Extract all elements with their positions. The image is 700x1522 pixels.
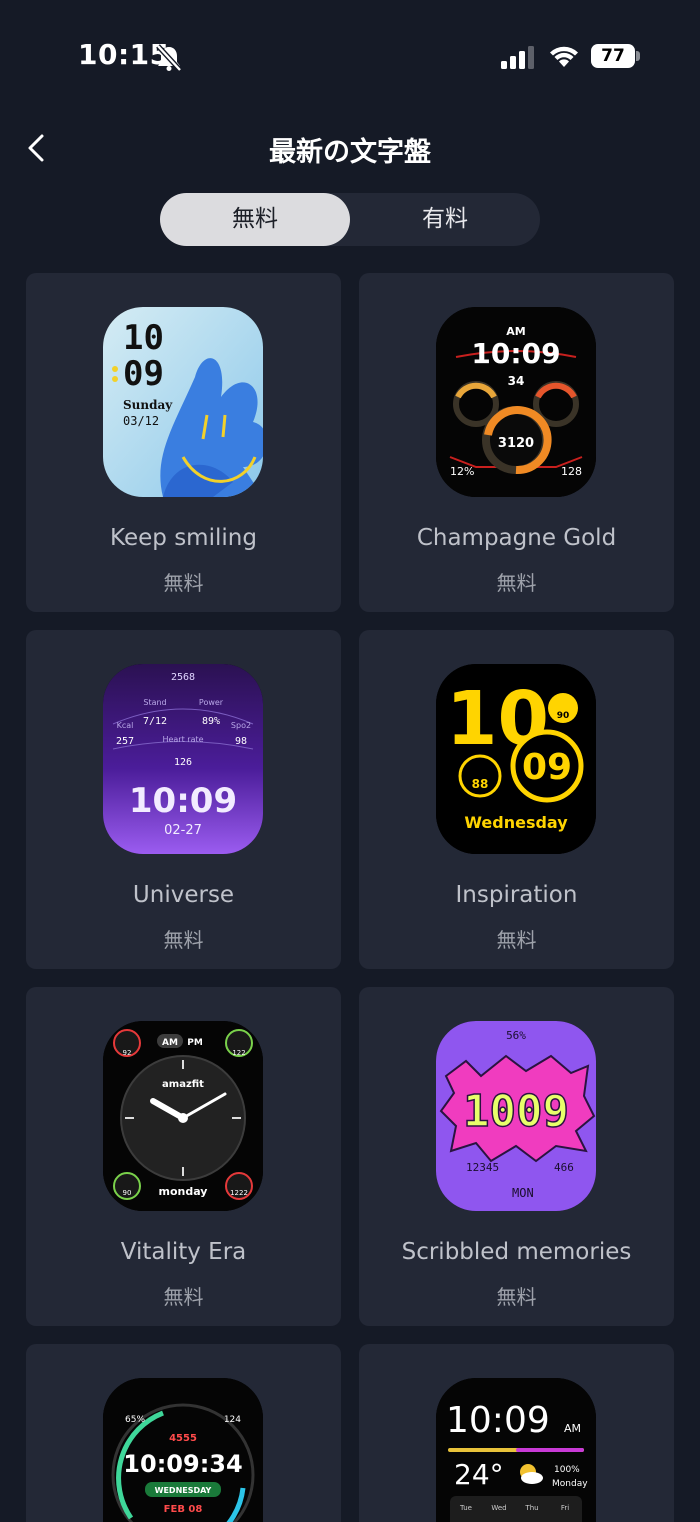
face-d3: Thu (524, 1504, 538, 1512)
watchface-card[interactable]: 65% 124 4555 10:09:34 WEDNESDAY FEB 08 (26, 1344, 341, 1522)
face-steps: 3120 (498, 436, 534, 451)
face-time: 10:09 (446, 1400, 550, 1441)
face-power: 89% (202, 716, 220, 727)
face-day: WEDNESDAY (155, 1486, 212, 1495)
watchface-card[interactable]: 10 90 09 88 Wednesday Inspiration 無料 (359, 630, 674, 969)
watchface-thumbnail: AM 10:09 34 3120 12% 128 (436, 307, 596, 497)
face-kcal: 466 (554, 1161, 574, 1174)
watchface-thumbnail: 1009 56% 12345 466 MON (436, 1021, 596, 1211)
face-time: 10:09 (471, 337, 560, 370)
face-kcal-label: Kcal (117, 721, 134, 730)
watchface-price: 無料 (496, 571, 537, 595)
bell-muted-icon (156, 44, 182, 72)
cellular-signal-icon (501, 46, 534, 69)
price-segmented-control: 無料 有料 (160, 193, 540, 246)
face-day: Sunday (123, 398, 173, 412)
face-day: Monday (552, 1479, 588, 1489)
face-d4: Fri (561, 1504, 569, 1512)
face-d2: Wed (491, 1504, 506, 1512)
face-heart: 90 (557, 711, 570, 721)
face-hr-label: Heart rate (162, 735, 203, 744)
face-right: 124 (224, 1415, 241, 1425)
face-date: 03/12 (123, 414, 159, 428)
face-power-label: Power (199, 698, 224, 707)
watchface-card[interactable]: 2568 Stand 7/12 Power 89% Kcal 257 Spo2 … (26, 630, 341, 969)
face-kcal: 257 (116, 736, 134, 747)
watchface-name: Champagne Gold (416, 525, 617, 551)
face-day: Wednesday (464, 813, 568, 832)
face-steps: 12345 (466, 1161, 499, 1174)
face-tr: 122 (232, 1049, 245, 1057)
watchface-price: 無料 (496, 1285, 537, 1309)
watchface-thumbnail: AM PM 92 122 90 1222 amazfit monday (103, 1021, 263, 1211)
face-hour: 10 (123, 318, 164, 358)
tab-paid[interactable]: 有料 (350, 193, 540, 246)
face-top: 2568 (171, 672, 195, 683)
wifi-icon (550, 46, 578, 67)
watchface-price: 無料 (496, 928, 537, 952)
watchface-name: Inspiration (455, 882, 578, 908)
face-top: 34 (508, 374, 525, 388)
face-date: FEB 08 (164, 1504, 203, 1515)
watchface-card[interactable]: 10:09 AM 24° 100% Monday Tue Wed Thu Fri (359, 1344, 674, 1522)
face-temp: 24° (454, 1458, 504, 1491)
watchface-name: Scribbled memories (401, 1239, 632, 1265)
watchface-price: 無料 (163, 571, 204, 595)
face-time: 10:09:34 (123, 1450, 242, 1478)
face-spo2: 98 (235, 736, 247, 747)
face-am: AM (162, 1038, 178, 1048)
face-bl: 90 (123, 1189, 132, 1197)
face-minute: 09 (522, 747, 572, 788)
face-brand: amazfit (162, 1079, 204, 1090)
tab-free[interactable]: 無料 (160, 193, 350, 246)
status-bar: 10:15 77 (0, 0, 700, 110)
face-left: 65% (125, 1415, 145, 1425)
face-day: MON (512, 1186, 534, 1200)
watchface-thumbnail: 65% 124 4555 10:09:34 WEDNESDAY FEB 08 (103, 1378, 263, 1522)
watchface-price: 無料 (163, 1285, 204, 1309)
face-minute: 09 (123, 354, 164, 394)
face-hr: 126 (174, 757, 192, 768)
face-top: 56% (506, 1029, 526, 1042)
watchface-card[interactable]: 10 09 Sunday 03/12 Keep smiling 無料 (26, 273, 341, 612)
face-kcal: 4555 (169, 1433, 197, 1444)
face-spo2-label: Spo2 (231, 721, 251, 730)
watchface-name: Keep smiling (110, 525, 257, 551)
face-left: 12% (450, 465, 474, 478)
battery-indicator: 77 (591, 44, 635, 68)
face-stand-label: Stand (143, 698, 166, 707)
face-ampm: AM (564, 1422, 581, 1435)
face-date: 02-27 (164, 823, 202, 838)
face-time: 1009 (463, 1086, 569, 1137)
page-title: 最新の文字盤 (269, 137, 431, 168)
face-stand: 7/12 (143, 716, 167, 727)
watchface-card[interactable]: AM 10:09 34 3120 12% 128 Champagne Gold … (359, 273, 674, 612)
watchface-name: Vitality Era (120, 1239, 247, 1265)
face-right: 128 (561, 465, 582, 478)
watchface-price: 無料 (163, 928, 204, 952)
face-battery: 88 (472, 777, 489, 791)
face-d1: Tue (459, 1504, 472, 1512)
watchface-thumbnail: 10 90 09 88 Wednesday (436, 664, 596, 854)
watchface-thumbnail: 10:09 AM 24° 100% Monday Tue Wed Thu Fri (436, 1378, 596, 1522)
face-pm: PM (187, 1038, 203, 1048)
watchface-thumbnail: 2568 Stand 7/12 Power 89% Kcal 257 Spo2 … (103, 664, 263, 854)
watchface-card[interactable]: AM PM 92 122 90 1222 amazfit monday Vita… (26, 987, 341, 1326)
battery-tip (636, 51, 640, 61)
header: 最新の文字盤 (0, 118, 700, 178)
face-battery: 100% (554, 1465, 580, 1475)
face-time: 10:09 (129, 781, 237, 821)
face-br: 1222 (230, 1189, 248, 1197)
watchface-name: Universe (132, 882, 235, 908)
face-day: monday (159, 1185, 208, 1198)
face-tl: 92 (123, 1049, 132, 1057)
watchface-card[interactable]: 1009 56% 12345 466 MON Scribbled memorie… (359, 987, 674, 1326)
watchface-thumbnail: 10 09 Sunday 03/12 (103, 307, 263, 497)
